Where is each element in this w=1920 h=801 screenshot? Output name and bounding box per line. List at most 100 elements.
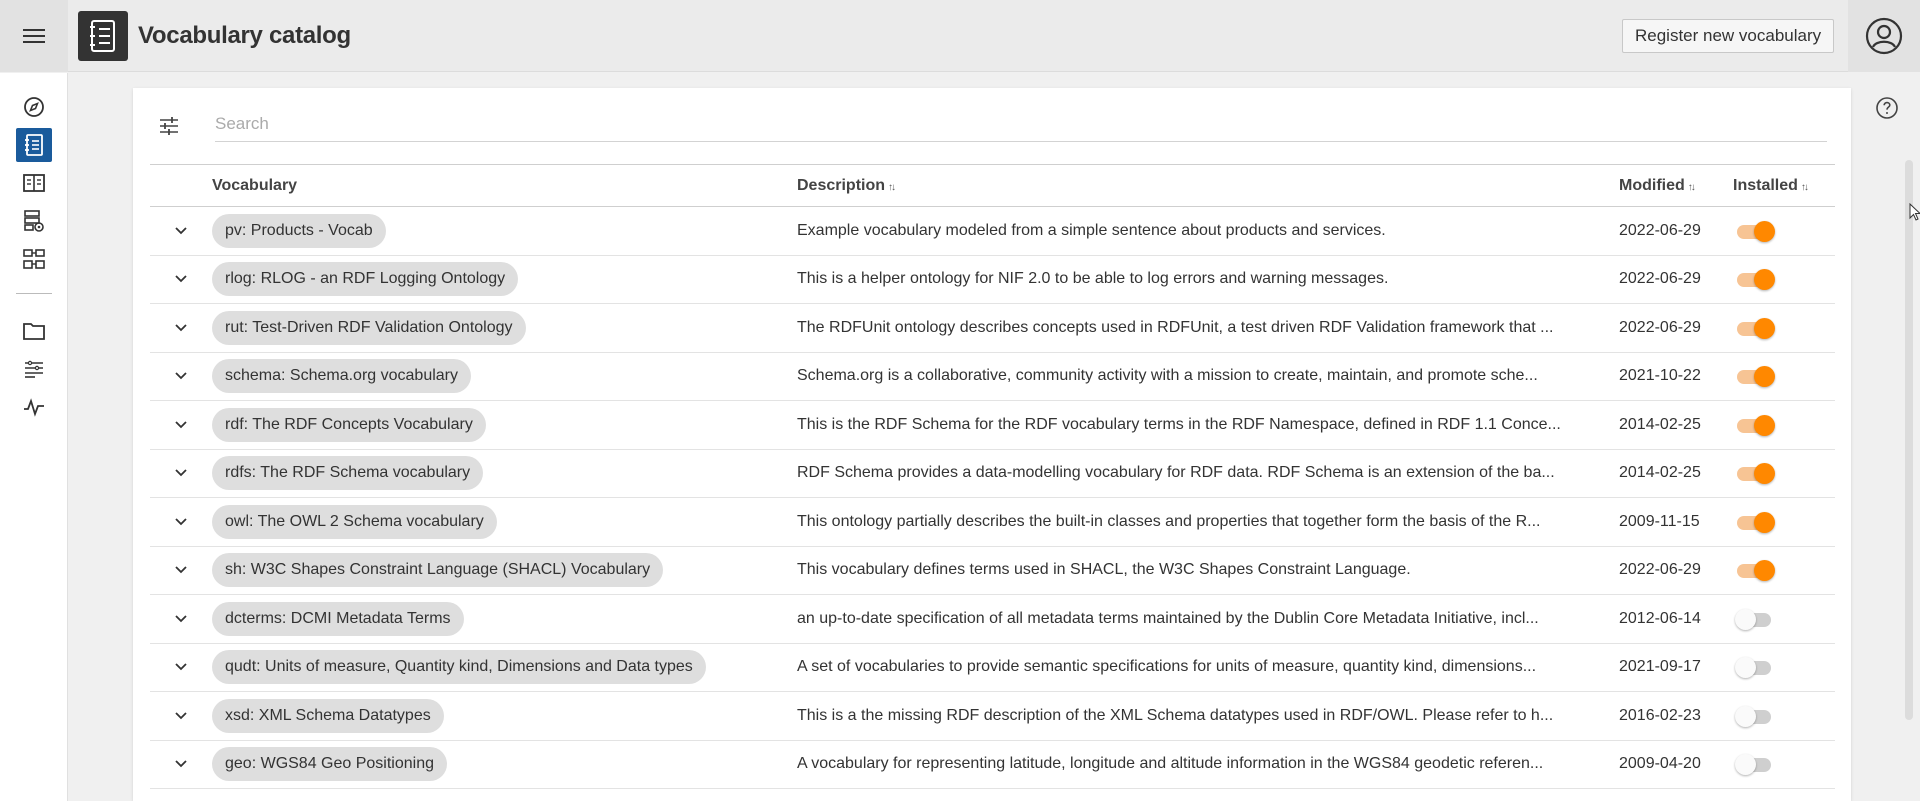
sort-icon[interactable]: ↑↓ — [1688, 182, 1696, 193]
table-row[interactable]: rlog: RLOG - an RDF Logging Ontology This… — [150, 255, 1835, 304]
expand-cell — [150, 449, 212, 498]
vocabulary-chip[interactable]: xsd: XML Schema Datatypes — [212, 698, 444, 733]
expand-cell — [150, 691, 212, 741]
user-account-icon[interactable] — [1848, 0, 1920, 72]
toggle-thumb — [1735, 705, 1756, 727]
chevron-down-icon[interactable] — [150, 371, 212, 381]
table-row[interactable]: sh: W3C Shapes Constraint Language (SHAC… — [150, 546, 1835, 595]
installed-toggle[interactable] — [1735, 365, 1775, 388]
expand-cell — [150, 643, 212, 692]
chevron-down-icon[interactable] — [150, 468, 212, 478]
installed-toggle[interactable] — [1735, 511, 1775, 533]
column-header-modified[interactable]: Modified ↑↓ — [1619, 164, 1733, 207]
chevron-down-icon[interactable] — [150, 274, 212, 284]
filter-settings-icon[interactable] — [159, 116, 179, 136]
table-row[interactable]: owl: The OWL 2 Schema vocabulary This ont… — [150, 497, 1835, 547]
vocabulary-cell: qudt: Units of measure, Quantity kind, D… — [212, 643, 797, 692]
sidebar-item-dataset-view[interactable] — [16, 204, 52, 238]
chevron-down-icon[interactable] — [150, 614, 212, 624]
hamburger-menu-icon[interactable] — [0, 0, 68, 72]
installed-toggle[interactable] — [1735, 462, 1775, 485]
expand-cell — [150, 594, 212, 644]
installed-cell — [1733, 691, 1835, 741]
graph-stack-icon — [23, 249, 45, 269]
chevron-down-icon[interactable] — [150, 517, 212, 527]
installed-cell — [1733, 740, 1835, 789]
description-cell: This vocabulary defines terms used in SH… — [797, 546, 1619, 595]
modified-cell: 2009-04-20 — [1619, 740, 1733, 789]
page-title: Vocabulary catalog — [138, 22, 351, 49]
chevron-down-icon[interactable] — [150, 711, 212, 721]
chevron-down-icon[interactable] — [150, 323, 212, 333]
table-row[interactable]: rdf: The RDF Concepts Vocabulary This is … — [150, 400, 1835, 450]
installed-toggle[interactable] — [1735, 705, 1775, 727]
column-header-installed[interactable]: Installed ↑↓ — [1733, 164, 1835, 207]
vocabulary-chip[interactable]: geo: WGS84 Geo Positioning — [212, 747, 448, 782]
search-input[interactable] — [215, 106, 1827, 142]
search-bar — [159, 106, 1827, 142]
table-row[interactable]: geo: WGS84 Geo Positioning A vocabulary f… — [150, 740, 1835, 789]
installed-toggle[interactable] — [1735, 608, 1775, 630]
vocabulary-chip[interactable]: rdfs: The RDF Schema vocabulary — [212, 456, 484, 491]
column-header-description[interactable]: Description ↑↓ — [797, 164, 1619, 207]
installed-toggle[interactable] — [1735, 317, 1775, 339]
sidebar-item-explore[interactable] — [16, 90, 52, 124]
sidebar-item-book[interactable] — [16, 166, 52, 200]
vocabulary-chip[interactable]: rlog: RLOG - an RDF Logging Ontology — [212, 262, 519, 297]
chevron-down-icon[interactable] — [150, 420, 212, 430]
vocabulary-cell: rdf: The RDF Concepts Vocabulary — [212, 400, 797, 450]
installed-toggle[interactable] — [1735, 414, 1775, 436]
sort-icon[interactable]: ↑↓ — [1801, 182, 1809, 193]
vocabulary-chip[interactable]: rut: Test-Driven RDF Validation Ontology — [212, 310, 526, 345]
vocabulary-chip[interactable]: dcterms: DCMI Metadata Terms — [212, 601, 464, 636]
vocabulary-chip[interactable]: qudt: Units of measure, Quantity kind, D… — [212, 650, 706, 685]
sort-icon[interactable]: ↑↓ — [888, 182, 896, 193]
description-cell: This is a the missing RDF description of… — [797, 691, 1619, 741]
table-row[interactable]: xsd: XML Schema Datatypes This is a the m… — [150, 691, 1835, 741]
vocabulary-chip[interactable]: owl: The OWL 2 Schema vocabulary — [212, 504, 497, 539]
table-row[interactable]: qudt: Units of measure, Quantity kind, D… — [150, 643, 1835, 692]
installed-toggle[interactable] — [1735, 220, 1775, 242]
table-row[interactable]: rdfs: The RDF Schema vocabulary RDF Schem… — [150, 449, 1835, 498]
installed-toggle[interactable] — [1735, 656, 1775, 679]
page-scrollbar[interactable] — [1905, 160, 1913, 720]
vocabulary-chip[interactable]: rdf: The RDF Concepts Vocabulary — [212, 407, 486, 442]
sidebar-item-filters[interactable] — [16, 352, 52, 386]
table-row[interactable]: pv: Products - Vocab Example vocabulary m… — [150, 206, 1835, 256]
vocabulary-chip[interactable]: pv: Products - Vocab — [212, 213, 386, 248]
sidebar-item-projects[interactable] — [16, 314, 52, 348]
installed-toggle[interactable] — [1735, 268, 1775, 291]
sidebar — [0, 73, 68, 801]
expand-cell — [150, 497, 212, 547]
installed-cell — [1733, 206, 1835, 256]
table-row[interactable]: dcterms: DCMI Metadata Terms an up-to-dat… — [150, 594, 1835, 644]
table-row[interactable]: schema: Schema.org vocabulary Schema.org … — [150, 352, 1835, 401]
vocabulary-cell: sh: W3C Shapes Constraint Language (SHAC… — [212, 546, 797, 595]
help-icon[interactable] — [1875, 96, 1899, 120]
sidebar-item-vocabulary-catalog[interactable] — [16, 128, 52, 162]
installed-toggle[interactable] — [1735, 753, 1775, 776]
vocabulary-chip[interactable]: schema: Schema.org vocabulary — [212, 359, 471, 394]
vocabulary-chip[interactable]: sh: W3C Shapes Constraint Language (SHAC… — [212, 553, 664, 588]
description-cell: Example vocabulary modeled from a simple… — [797, 206, 1619, 256]
chevron-down-icon[interactable] — [150, 662, 212, 672]
chevron-down-icon[interactable] — [150, 759, 212, 769]
column-header-vocabulary: Vocabulary — [212, 164, 797, 207]
installed-toggle[interactable] — [1735, 559, 1775, 582]
vocabulary-cell: rdfs: The RDF Schema vocabulary — [212, 449, 797, 498]
vocabulary-cell: schema: Schema.org vocabulary — [212, 352, 797, 401]
description-cell: A set of vocabularies to provide semanti… — [797, 643, 1619, 692]
vocabulary-cell: geo: WGS84 Geo Positioning — [212, 740, 797, 789]
table-row[interactable]: rut: Test-Driven RDF Validation Ontology… — [150, 303, 1835, 353]
chevron-down-icon[interactable] — [150, 565, 212, 575]
description-cell: This is a helper ontology for NIF 2.0 to… — [797, 255, 1619, 304]
modified-cell: 2014-02-25 — [1619, 449, 1733, 498]
description-cell: an up-to-date specification of all metad… — [797, 594, 1619, 644]
sidebar-item-activity[interactable] — [16, 390, 52, 424]
chevron-down-icon[interactable] — [150, 226, 212, 236]
compass-icon — [24, 97, 44, 117]
toggle-thumb — [1754, 414, 1775, 436]
expand-cell — [150, 255, 212, 304]
sidebar-item-graphs[interactable] — [16, 242, 52, 276]
register-vocabulary-button[interactable]: Register new vocabulary — [1622, 19, 1835, 53]
